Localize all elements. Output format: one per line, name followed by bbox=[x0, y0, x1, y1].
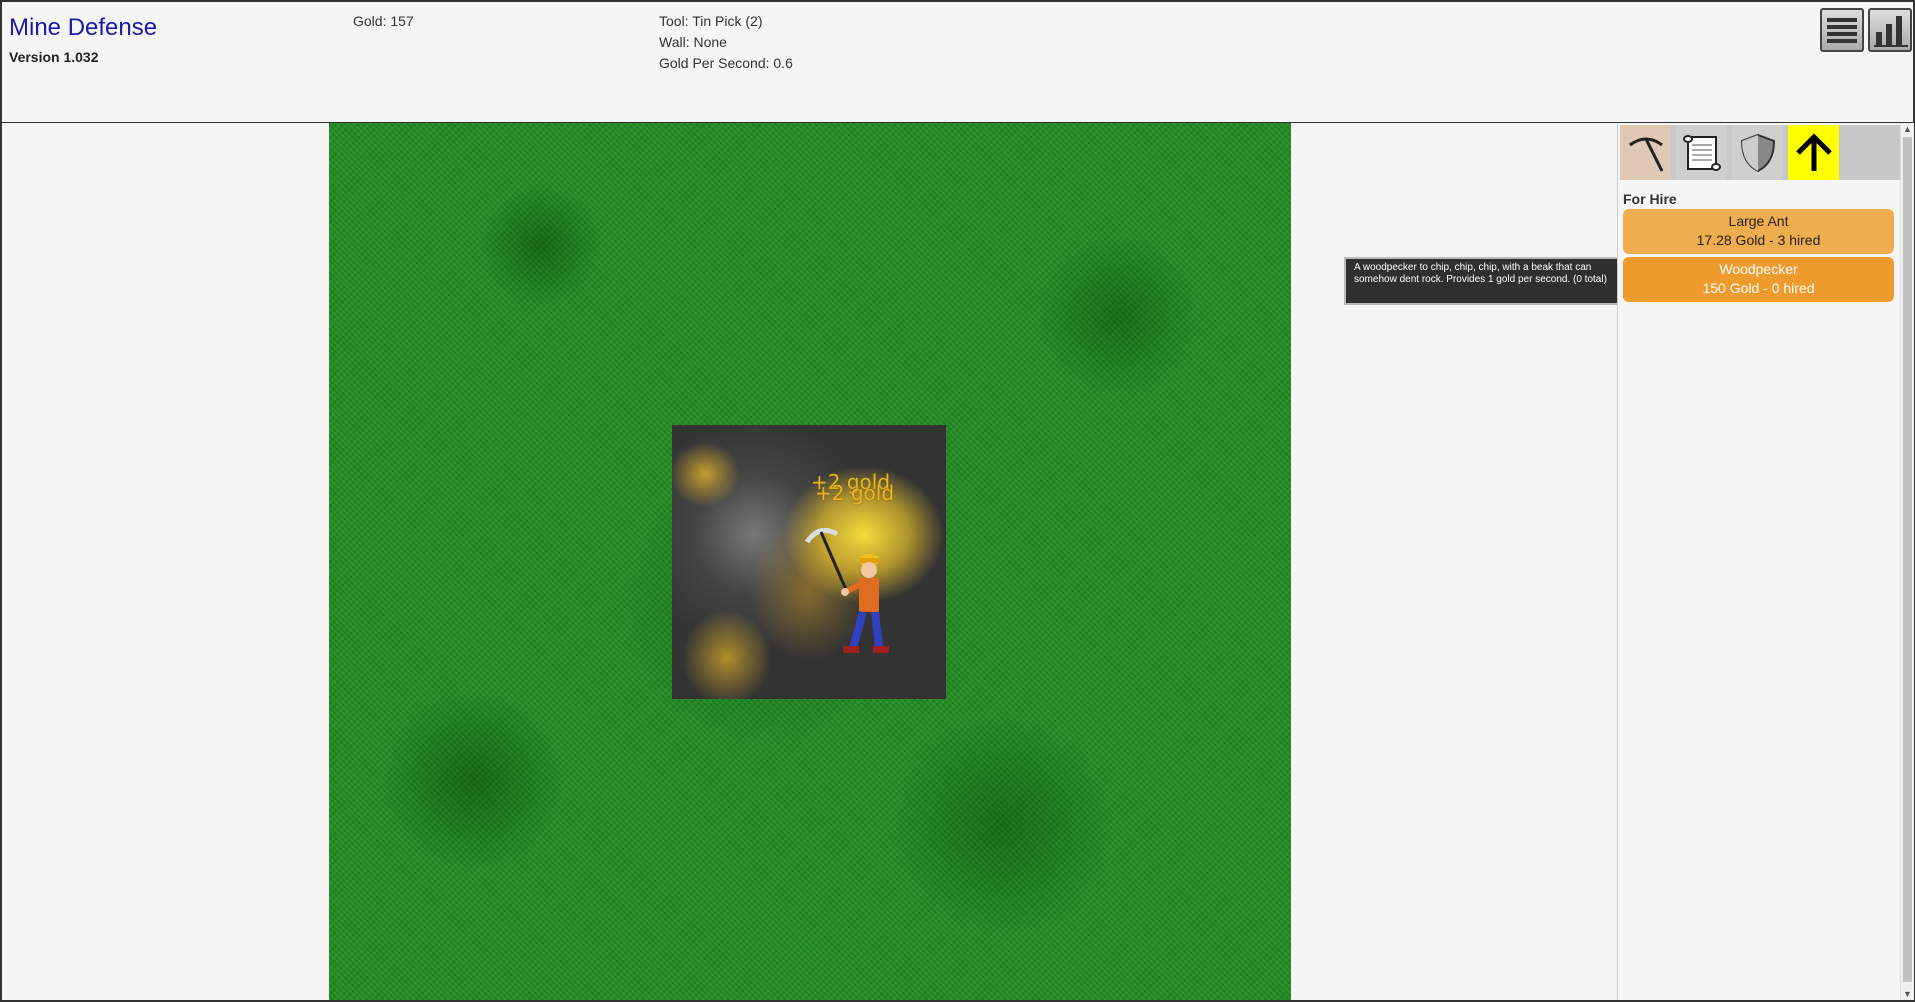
scroll-icon bbox=[1682, 134, 1721, 171]
panel-scrollbar[interactable]: ▲ ▼ bbox=[1900, 123, 1914, 1000]
pickaxe-icon bbox=[1628, 137, 1663, 172]
tab-tools[interactable] bbox=[1620, 125, 1671, 180]
miner-icon bbox=[804, 527, 889, 653]
stats-button[interactable] bbox=[1868, 8, 1912, 52]
tool-label: Tool: Tin Pick (2) bbox=[659, 13, 763, 29]
gold-per-second-label: Gold Per Second: 0.6 bbox=[659, 55, 793, 71]
tab-upgrades[interactable] bbox=[1788, 125, 1839, 180]
menu-button[interactable] bbox=[1820, 8, 1864, 52]
gold-counter: Gold: 157 bbox=[353, 13, 414, 29]
for-hire-heading: For Hire bbox=[1623, 191, 1677, 207]
hire-name: Large Ant bbox=[1728, 213, 1789, 229]
tab-hire[interactable] bbox=[1676, 125, 1727, 180]
side-panel: For Hire Large Ant 17.28 Gold - 3 hired … bbox=[1617, 123, 1900, 1000]
game-title: Mine Defense bbox=[9, 14, 158, 41]
tab-bar bbox=[1620, 125, 1900, 180]
hire-name: Woodpecker bbox=[1719, 261, 1798, 277]
hire-large-ant-button[interactable]: Large Ant 17.28 Gold - 3 hired bbox=[1623, 209, 1894, 254]
hire-detail: 17.28 Gold - 3 hired bbox=[1696, 232, 1821, 248]
bar-chart-icon bbox=[1874, 16, 1908, 47]
header: Mine Defense Version 1.032 Gold: 157 Too… bbox=[2, 2, 1913, 123]
tab-defense[interactable] bbox=[1732, 125, 1783, 180]
up-arrow-icon bbox=[1795, 132, 1832, 171]
scroll-up-icon[interactable]: ▲ bbox=[1902, 124, 1913, 134]
floating-gold-text: +2 gold bbox=[815, 481, 895, 505]
shield-icon bbox=[1740, 133, 1775, 172]
hire-detail: 150 Gold - 0 hired bbox=[1702, 280, 1815, 296]
wall-label: Wall: None bbox=[659, 34, 727, 50]
game-field[interactable]: +2 gold +2 gold bbox=[329, 123, 1291, 1000]
version-label: Version 1.032 bbox=[9, 49, 99, 65]
hire-woodpecker-button[interactable]: Woodpecker 150 Gold - 0 hired bbox=[1623, 257, 1894, 302]
scroll-down-icon[interactable]: ▼ bbox=[1902, 989, 1913, 999]
hamburger-icon bbox=[1827, 18, 1857, 43]
hire-tooltip: A woodpecker to chip, chip, chip, with a… bbox=[1344, 257, 1620, 305]
scroll-thumb[interactable] bbox=[1903, 137, 1912, 982]
